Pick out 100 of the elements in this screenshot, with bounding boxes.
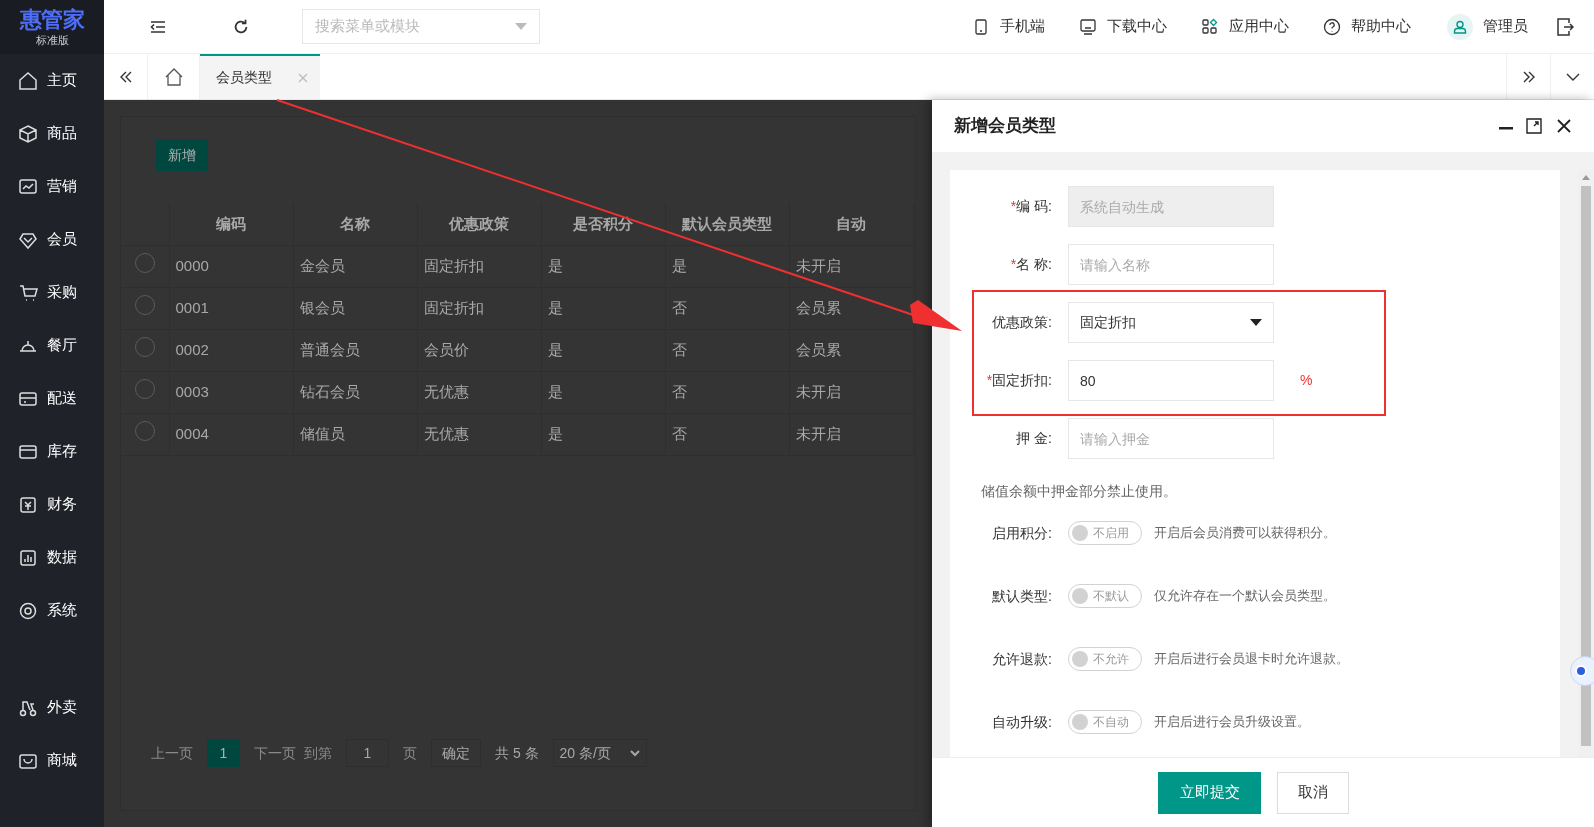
table-cell: 未开启 bbox=[789, 245, 913, 287]
current-page[interactable]: 1 bbox=[207, 739, 240, 767]
column-header: 默认会员类型 bbox=[665, 203, 789, 245]
field-label: 押 金: bbox=[1015, 429, 1053, 448]
table-cell: 是 bbox=[541, 245, 665, 287]
refresh-icon[interactable] bbox=[232, 17, 250, 36]
user-name[interactable]: 管理员 bbox=[1483, 15, 1528, 38]
menu-item-icon bbox=[18, 282, 38, 303]
page-unit-label: 页 bbox=[403, 743, 417, 763]
help-icon bbox=[1323, 17, 1341, 36]
table-cell: 是 bbox=[541, 371, 665, 413]
sidebar-item[interactable]: 系统 bbox=[0, 584, 104, 637]
field-label: 启用积分: bbox=[991, 523, 1053, 543]
goto-label: 到第 bbox=[304, 743, 332, 763]
add-button[interactable]: 新增 bbox=[156, 139, 208, 171]
table-cell: 未开启 bbox=[789, 413, 913, 455]
table-cell: 否 bbox=[665, 329, 789, 371]
column-header: 名称 bbox=[293, 203, 417, 245]
prev-page-link[interactable]: 上一页 bbox=[151, 742, 193, 764]
drawer-title: 新增会员类型 bbox=[954, 115, 1056, 138]
header-link[interactable]: 下载中心 bbox=[1079, 15, 1167, 38]
header-link[interactable]: 手机端 bbox=[972, 15, 1045, 38]
cancel-button[interactable]: 取消 bbox=[1277, 771, 1349, 814]
help-text: 仅允许存在一个默认会员类型。 bbox=[1154, 587, 1336, 606]
table-cell: 是 bbox=[665, 245, 789, 287]
dropdown-icon bbox=[1250, 319, 1262, 326]
table-cell: 0002 bbox=[169, 329, 293, 371]
table-cell: 普通会员 bbox=[293, 329, 417, 371]
apps-icon bbox=[1201, 17, 1219, 36]
menu-item-icon bbox=[18, 70, 38, 91]
table-cell: 固定折扣 bbox=[417, 245, 541, 287]
sidebar-item[interactable]: 主页 bbox=[0, 54, 104, 107]
menu-item-icon bbox=[18, 123, 38, 144]
column-header: 编码 bbox=[169, 203, 293, 245]
logo-title: 惠管家 bbox=[19, 8, 85, 31]
total-count: 共 5 条 bbox=[495, 743, 539, 763]
sidebar-item[interactable]: 餐厅 bbox=[0, 319, 104, 372]
table-cell: 0001 bbox=[169, 287, 293, 329]
sidebar-item[interactable]: 外卖 bbox=[0, 681, 104, 734]
sidebar-item[interactable]: 库存 bbox=[0, 425, 104, 478]
menu-item-icon bbox=[18, 547, 38, 568]
sidebar-item[interactable]: 财务 bbox=[0, 478, 104, 531]
maximize-icon[interactable] bbox=[1526, 118, 1542, 134]
menu-item-icon bbox=[18, 494, 38, 515]
table-cell: 无优惠 bbox=[417, 371, 541, 413]
table-cell: 是 bbox=[541, 329, 665, 371]
menu-item-icon bbox=[18, 176, 38, 197]
table-cell: 0000 bbox=[169, 245, 293, 287]
page-input[interactable]: 1 bbox=[346, 739, 389, 767]
table-cell: 会员累 bbox=[789, 329, 913, 371]
table-cell: 否 bbox=[665, 371, 789, 413]
select-field[interactable]: 固定折扣 bbox=[1068, 302, 1274, 343]
column-header: 是否积分 bbox=[541, 203, 665, 245]
table-cell: 未开启 bbox=[789, 371, 913, 413]
confirm-button[interactable]: 确定 bbox=[431, 739, 481, 767]
monitor-icon bbox=[1079, 17, 1097, 36]
close-tab-icon[interactable] bbox=[298, 72, 308, 83]
table-cell: 0003 bbox=[169, 371, 293, 413]
home-icon bbox=[163, 67, 184, 86]
column-header: 优惠政策 bbox=[417, 203, 541, 245]
help-text: 储值余额中押金部分禁止使用。 bbox=[981, 481, 1177, 501]
unit-label: % bbox=[1300, 371, 1313, 390]
help-text: 开启后会员消费可以获得积分。 bbox=[1154, 524, 1336, 543]
dropdown-icon bbox=[515, 23, 527, 30]
table-cell: 是 bbox=[541, 287, 665, 329]
close-icon[interactable] bbox=[1556, 118, 1572, 134]
table-cell: 无优惠 bbox=[417, 413, 541, 455]
sidebar-item[interactable]: 商城 bbox=[0, 734, 104, 787]
table-cell: 钻石会员 bbox=[293, 371, 417, 413]
page-tab[interactable]: 会员类型 bbox=[200, 54, 320, 99]
sidebar-item[interactable]: 营销 bbox=[0, 160, 104, 213]
sidebar-item[interactable]: 商品 bbox=[0, 107, 104, 160]
table-cell: 银会员 bbox=[293, 287, 417, 329]
field-label: 自动升级: bbox=[991, 712, 1053, 732]
column-header: 自动 bbox=[789, 203, 913, 245]
help-text: 开启后进行会员升级设置。 bbox=[1154, 713, 1310, 732]
header-link[interactable]: 应用中心 bbox=[1201, 15, 1289, 38]
user-avatar-icon bbox=[1447, 13, 1473, 40]
field-label: 优惠政策: bbox=[991, 313, 1053, 332]
page-size-select[interactable]: 20 条/页 bbox=[552, 739, 647, 767]
phone-icon bbox=[972, 17, 990, 36]
table-cell: 会员价 bbox=[417, 329, 541, 371]
table-cell: 是 bbox=[541, 413, 665, 455]
field-label: 允许退款: bbox=[991, 649, 1053, 669]
next-page-link[interactable]: 下一页 bbox=[254, 742, 296, 764]
submit-button[interactable]: 立即提交 bbox=[1158, 771, 1261, 814]
table-cell: 否 bbox=[665, 413, 789, 455]
sidebar-item[interactable]: 配送 bbox=[0, 372, 104, 425]
header-link[interactable]: 帮助中心 bbox=[1323, 15, 1411, 38]
sidebar-item[interactable]: 会员 bbox=[0, 213, 104, 266]
scroll-up-icon[interactable] bbox=[1582, 174, 1590, 180]
logo-subtitle: 标准版 bbox=[35, 34, 69, 46]
input-field[interactable]: 请输入名称 bbox=[1068, 244, 1274, 285]
logout-icon[interactable] bbox=[1556, 16, 1574, 37]
table-cell: 金会员 bbox=[293, 245, 417, 287]
sidebar-item[interactable]: 采购 bbox=[0, 266, 104, 319]
input-field[interactable]: 80 bbox=[1068, 360, 1274, 401]
input-field[interactable]: 请输入押金 bbox=[1068, 418, 1274, 459]
field-label: *名 称: bbox=[1009, 255, 1053, 274]
sidebar-item[interactable]: 数据 bbox=[0, 531, 104, 584]
